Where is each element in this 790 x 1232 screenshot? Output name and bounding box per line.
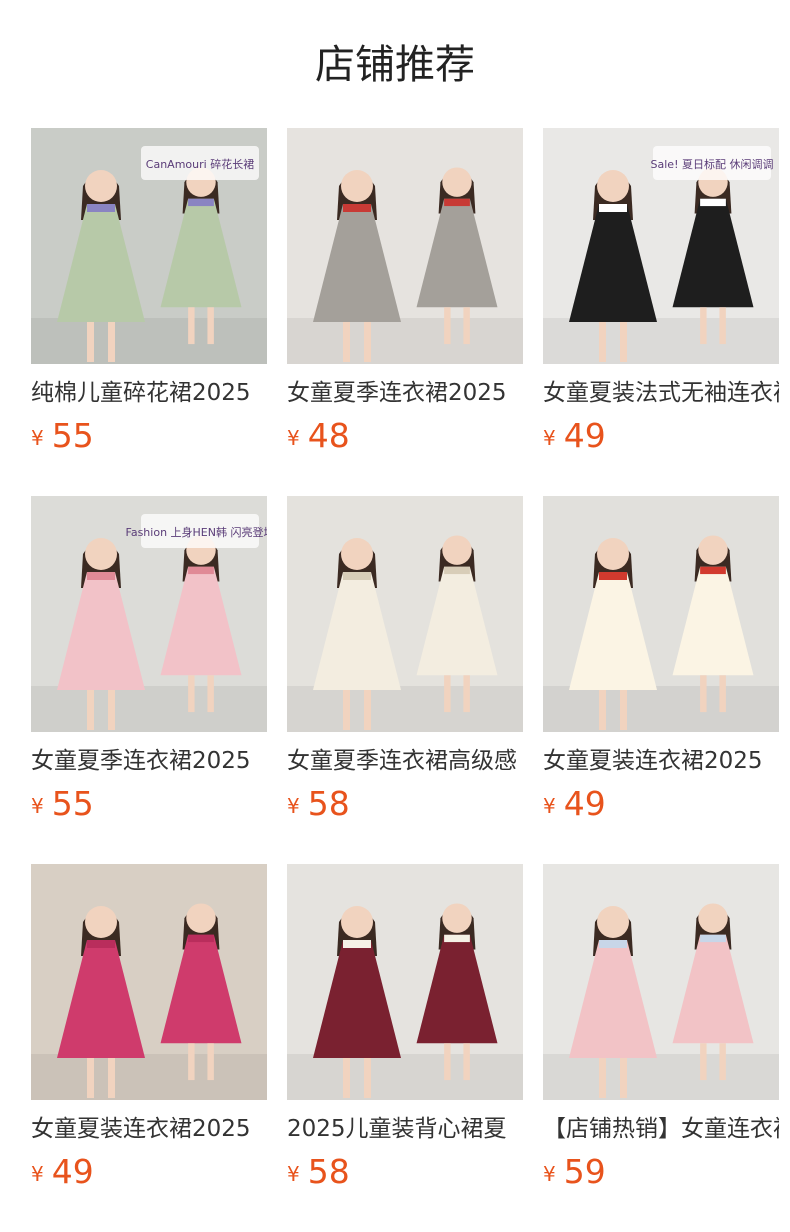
currency-symbol: ¥ bbox=[31, 794, 44, 818]
price-value: 55 bbox=[51, 416, 94, 455]
product-card[interactable]: 【店铺热销】女童连衣裙 ¥59 bbox=[543, 864, 779, 1232]
image-overlay-text: Fashion 上身HEN韩 闪亮登场 bbox=[126, 525, 267, 539]
product-card[interactable]: CanAmouri 碎花长裙纯棉儿童碎花裙2025 ¥55 bbox=[31, 128, 267, 496]
price-value: 55 bbox=[51, 784, 94, 823]
product-title[interactable]: 女童夏装法式无袖连衣裙 bbox=[543, 376, 779, 410]
price-value: 49 bbox=[563, 784, 606, 823]
product-price: ¥58 bbox=[287, 784, 523, 830]
currency-symbol: ¥ bbox=[31, 1162, 44, 1186]
product-title[interactable]: 【店铺热销】女童连衣裙 bbox=[543, 1112, 779, 1146]
price-value: 49 bbox=[563, 416, 606, 455]
product-image[interactable]: Fashion 上身HEN韩 闪亮登场 bbox=[31, 496, 267, 732]
product-image[interactable] bbox=[543, 864, 779, 1100]
product-image[interactable] bbox=[543, 496, 779, 732]
currency-symbol: ¥ bbox=[543, 1162, 556, 1186]
product-title[interactable]: 纯棉儿童碎花裙2025 bbox=[31, 376, 267, 410]
product-price: ¥58 bbox=[287, 1152, 523, 1198]
product-price: ¥49 bbox=[543, 784, 779, 830]
product-price: ¥55 bbox=[31, 416, 267, 462]
page-title: 店铺推荐 bbox=[315, 42, 475, 88]
product-price: ¥55 bbox=[31, 784, 267, 830]
product-title[interactable]: 女童夏装连衣裙2025 bbox=[543, 744, 779, 778]
product-image[interactable] bbox=[31, 864, 267, 1100]
product-card[interactable]: 2025儿童装背心裙夏 ¥58 bbox=[287, 864, 523, 1232]
product-title[interactable]: 2025儿童装背心裙夏 bbox=[287, 1112, 523, 1146]
product-card[interactable]: 女童夏装连衣裙2025 ¥49 bbox=[543, 496, 779, 864]
product-image[interactable]: CanAmouri 碎花长裙 bbox=[31, 128, 267, 364]
price-value: 58 bbox=[307, 1152, 350, 1191]
product-card[interactable]: 女童夏季连衣裙2025 ¥48 bbox=[287, 128, 523, 496]
image-overlay-text: Sale! 夏日标配 休闲调调 bbox=[651, 157, 774, 171]
product-price: ¥49 bbox=[31, 1152, 267, 1198]
currency-symbol: ¥ bbox=[287, 426, 300, 450]
product-price: ¥48 bbox=[287, 416, 523, 462]
price-value: 49 bbox=[51, 1152, 94, 1191]
product-title[interactable]: 女童夏季连衣裙2025 bbox=[31, 744, 267, 778]
product-title[interactable]: 女童夏季连衣裙高级感 bbox=[287, 744, 523, 778]
product-title[interactable]: 女童夏装连衣裙2025 bbox=[31, 1112, 267, 1146]
product-card[interactable]: Fashion 上身HEN韩 闪亮登场女童夏季连衣裙2025 ¥55 bbox=[31, 496, 267, 864]
product-image[interactable]: Sale! 夏日标配 休闲调调 bbox=[543, 128, 779, 364]
product-card[interactable]: Sale! 夏日标配 休闲调调女童夏装法式无袖连衣裙 ¥49 bbox=[543, 128, 779, 496]
product-price: ¥49 bbox=[543, 416, 779, 462]
currency-symbol: ¥ bbox=[287, 1162, 300, 1186]
price-value: 59 bbox=[563, 1152, 606, 1191]
product-grid: CanAmouri 碎花长裙纯棉儿童碎花裙2025 ¥55 女童夏季连衣裙2025 ¥… bbox=[31, 128, 779, 1232]
product-title[interactable]: 女童夏季连衣裙2025 bbox=[287, 376, 523, 410]
product-price: ¥59 bbox=[543, 1152, 779, 1198]
product-card[interactable]: 女童夏装连衣裙2025 ¥49 bbox=[31, 864, 267, 1232]
currency-symbol: ¥ bbox=[31, 426, 44, 450]
currency-symbol: ¥ bbox=[543, 794, 556, 818]
currency-symbol: ¥ bbox=[543, 426, 556, 450]
price-value: 48 bbox=[307, 416, 350, 455]
product-card[interactable]: 女童夏季连衣裙高级感 ¥58 bbox=[287, 496, 523, 864]
product-image[interactable] bbox=[287, 864, 523, 1100]
product-image[interactable] bbox=[287, 496, 523, 732]
product-image[interactable] bbox=[287, 128, 523, 364]
currency-symbol: ¥ bbox=[287, 794, 300, 818]
image-overlay-text: CanAmouri 碎花长裙 bbox=[146, 157, 254, 171]
price-value: 58 bbox=[307, 784, 350, 823]
